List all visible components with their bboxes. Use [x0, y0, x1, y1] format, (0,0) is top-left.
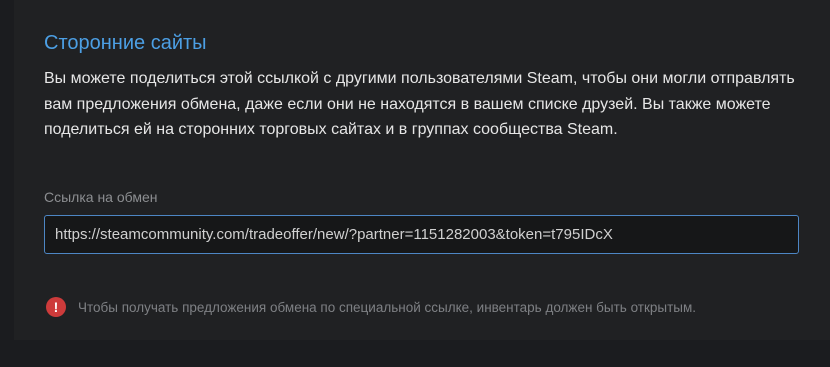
section-title: Сторонние сайты — [44, 32, 207, 54]
trade-link-label: Ссылка на обмен — [44, 189, 158, 205]
notice-text: Чтобы получать предложения обмена по спе… — [78, 299, 697, 315]
trade-link-input[interactable] — [44, 215, 799, 254]
inventory-public-notice: ! Чтобы получать предложения обмена по с… — [46, 297, 696, 317]
alert-icon: ! — [46, 297, 66, 317]
section-description: Вы можете поделиться этой ссылкой с друг… — [44, 70, 795, 138]
